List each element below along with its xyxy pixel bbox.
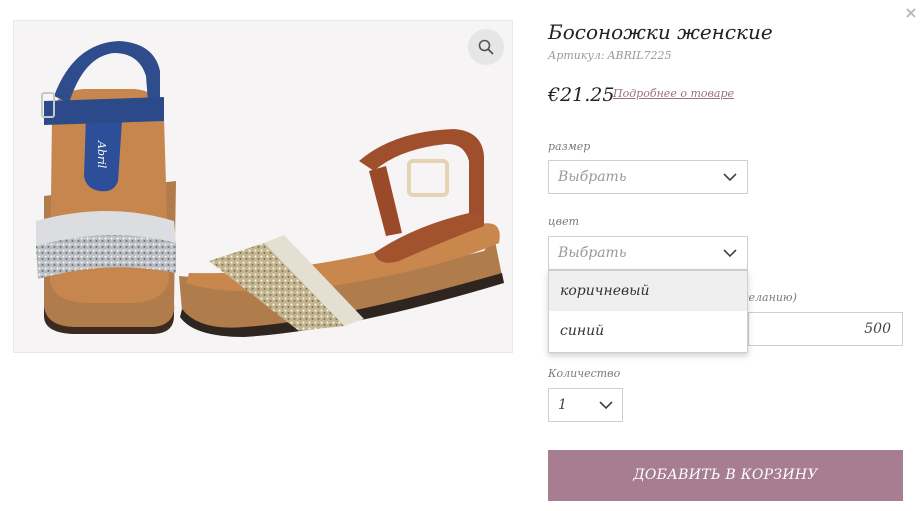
product-sku: Артикул: ABRIL7225	[548, 49, 672, 62]
size-label: размер	[548, 140, 591, 153]
close-icon: ×	[904, 3, 918, 22]
size-select-value: Выбрать	[558, 169, 627, 185]
chevron-down-icon	[723, 173, 737, 182]
close-button[interactable]: ×	[902, 4, 920, 22]
quantity-select[interactable]: 1	[548, 388, 623, 422]
chevron-down-icon	[723, 249, 737, 258]
size-select[interactable]: Выбрать	[548, 160, 748, 194]
magnifier-icon	[478, 39, 494, 55]
sku-value: ABRIL7225	[607, 49, 672, 62]
quantity-value: 1	[558, 397, 567, 413]
svg-text:Abril: Abril	[95, 140, 108, 169]
product-title: Босоножки женские	[548, 20, 773, 44]
quantity-label: Количество	[548, 367, 621, 380]
product-details-link[interactable]: Подробнее о товаре	[613, 87, 734, 100]
add-to-cart-button[interactable]: Добавить в корзину	[548, 450, 903, 501]
chevron-down-icon	[599, 401, 613, 410]
sku-label: Артикул:	[548, 49, 605, 62]
product-image-frame: Abril	[13, 20, 513, 353]
product-photo: Abril	[14, 21, 512, 352]
extra-field-input[interactable]: 500	[748, 312, 903, 346]
color-option-blue[interactable]: синий	[549, 311, 747, 351]
zoom-button[interactable]	[468, 29, 504, 65]
color-select-value: Выбрать	[558, 245, 627, 261]
color-label: цвет	[548, 215, 580, 228]
product-price: €21.25	[548, 84, 615, 106]
color-dropdown: коричневый синий	[548, 270, 748, 353]
color-select[interactable]: Выбрать	[548, 236, 748, 270]
color-option-brown[interactable]: коричневый	[549, 271, 747, 311]
